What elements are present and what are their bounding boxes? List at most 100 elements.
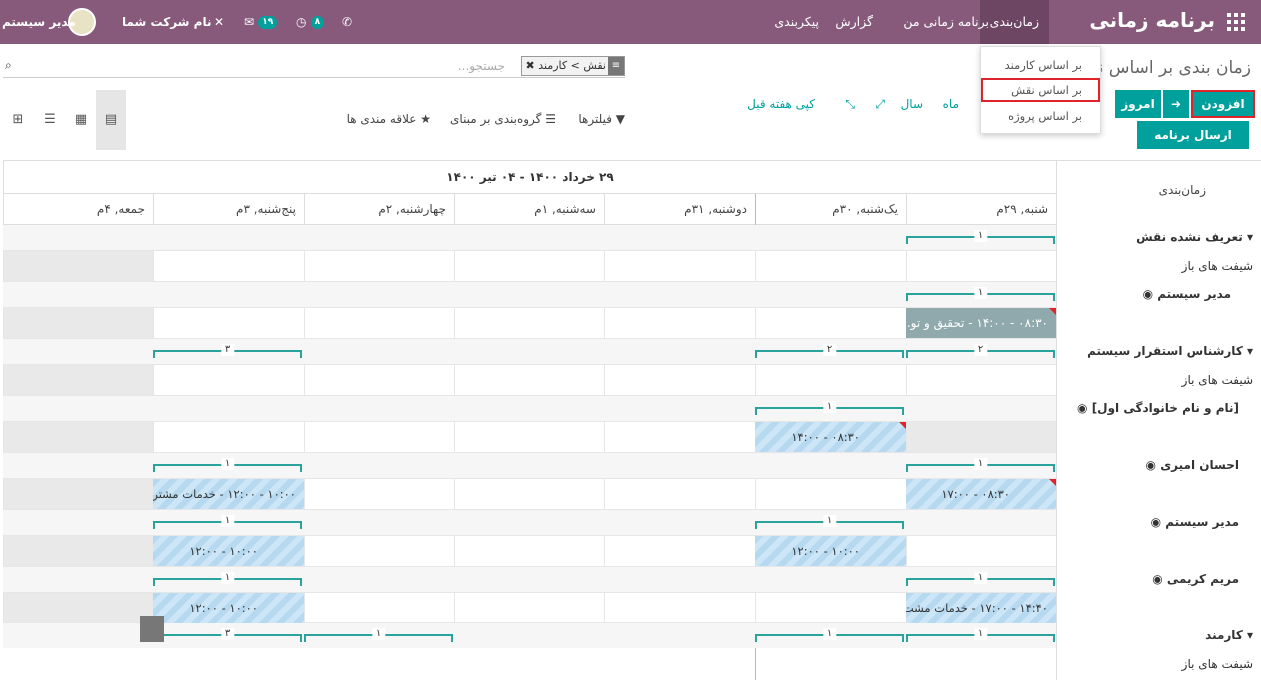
list-view-icon[interactable]: ☰ [35,90,65,150]
today-button[interactable]: امروز [1115,90,1161,118]
groupby-button[interactable]: ☰ گروه‌بندی بر مبنای [450,112,556,126]
phone-icon[interactable]: ✆ [342,0,352,44]
row-header-title: زمان‌بندی [1158,183,1206,197]
row-open-shifts: شیفت های باز [1181,373,1253,387]
row-open-shifts: شیفت های باز [1181,657,1253,671]
gantt-cell-row[interactable] [3,307,1056,339]
activity-icon[interactable]: ۸ ◷ [296,0,325,44]
row-label: تعریف نشده نقش [1136,230,1243,244]
shift-pill[interactable]: ۱۰:۰۰ - ۱۲:۰۰ [153,536,304,566]
groupby-icon: ☰ [545,112,556,126]
row-ehsan-amiri[interactable]: احسان امیری ◉ [1056,453,1261,477]
dropdown-by-project[interactable]: بر اساس پروژه [981,104,1100,128]
scheduling-dropdown: بر اساس کارمند بر اساس نقش بر اساس پروژه [980,46,1101,134]
messages-icon[interactable]: ۱۹ ✉ [244,0,278,44]
count-indicator: ۳ [153,628,302,642]
remove-facet-icon[interactable]: ✖ [526,59,535,72]
count-indicator: ۱ [906,628,1055,642]
calendar-view-icon[interactable]: ▦ [66,90,96,150]
row-group-employee[interactable]: ▾ کارمند [1056,623,1261,647]
gantt-cell-row[interactable] [3,364,1056,396]
page-title: زمان بندی بر اساس نقش [1091,58,1251,78]
dropdown-by-role[interactable]: بر اساس نقش [981,78,1100,102]
shift-pill[interactable]: ۰۸:۳۰ - ۱۷:۰۰ [906,479,1056,509]
shift-pill[interactable]: ۱۰:۰۰ - ۱۲:۰۰ [153,593,304,623]
filter-icon: ▼ [615,112,625,126]
scale-month[interactable]: ماه [943,97,959,111]
row-label: کارمند [1205,628,1243,642]
add-button[interactable]: افزودن [1191,90,1255,118]
row-label: مدیر سیستم [1157,287,1231,301]
groupby-label: گروه‌بندی بر مبنای [450,112,542,126]
row-label: مریم کریمی [1166,572,1239,586]
employee-avatar-icon: ◉ [1142,287,1154,301]
messages-badge: ۱۹ [258,16,278,29]
send-schedule-button[interactable]: ارسال برنامه زمانی [1137,121,1249,170]
count-indicator: ۱ [755,401,904,415]
dropdown-by-employee[interactable]: بر اساس کارمند [981,53,1100,77]
count-indicator: ۱ [153,515,302,529]
star-icon: ★ [420,112,431,126]
search-facet[interactable]: ≡ نقش > کارمند ✖ [520,56,625,76]
count-indicator: ۱ [304,628,453,642]
shift-pill[interactable]: ۰۸:۳۰ - ۱۴:۰۰ [755,422,906,452]
user-name[interactable]: مدیر سیستم [2,0,76,44]
day-header: شنبه, ۲۹م [906,194,1056,225]
row-first-last-name[interactable]: [نام و نام خانوادگی اول] ◉ [1056,396,1261,420]
row-label: [نام و نام خانوادگی اول] [1091,401,1239,415]
menu-reporting[interactable]: گزارش [825,0,883,44]
row-maryam-karimi[interactable]: مریم کریمی ◉ [1056,567,1261,591]
count-indicator: ۱ [906,572,1055,586]
count-indicator: ۱ [906,287,1055,301]
filters-button[interactable]: ▼ فیلترها [578,112,625,126]
date-range: ۲۹ خرداد ۱۴۰۰ - ۰۴ تیر ۱۴۰۰ [3,161,1056,194]
day-header: پنج‌شنبه, ۳م [153,194,304,225]
search-input[interactable]: جستجو... [458,59,505,73]
day-header: جمعه, ۴م [3,194,153,225]
gantt-view-icon[interactable]: ▤ [96,90,126,150]
group-band [3,225,1056,250]
row-system-admin[interactable]: مدیر سیستم ◉ [1056,282,1261,306]
gantt-cell-row[interactable] [3,250,1056,282]
search-icon[interactable]: ⌕ [5,58,12,73]
copy-previous-week-button[interactable]: کپی هفته قبل [747,97,815,111]
apps-grid-icon[interactable] [1227,13,1245,31]
count-indicator: ۱ [153,572,302,586]
collapse-icon[interactable]: ⤡ [845,97,855,112]
watermark-logo [140,616,164,642]
scale-year[interactable]: سال [901,97,923,111]
count-indicator: ۱ [153,458,302,472]
count-indicator: ۱ [906,230,1055,244]
top-navbar: برنامه زمانی زمان‌بندی برنامه زمانی من گ… [0,0,1261,44]
row-label: کارشناس استقرار سیستم [1087,344,1243,358]
count-indicator: ۳ [153,344,302,358]
row-group-deploy-expert[interactable]: ▾ کارشناس استقرار سیستم [1056,339,1261,363]
count-indicator: ۲ [906,344,1055,358]
row-label: مدیر سیستم [1165,515,1239,529]
menu-configuration[interactable]: پیکربندی [764,0,829,44]
shift-pill[interactable]: ۱۴:۴۰ - ۱۷:۰۰ - خدمات مشت... [906,593,1056,623]
row-system-admin-2[interactable]: مدیر سیستم ◉ [1056,510,1261,534]
row-group-undefined-role[interactable]: ▾ تعریف نشده نقش [1056,225,1261,249]
menu-my-schedule[interactable]: برنامه زمانی من [893,0,999,44]
expand-icon[interactable]: ⤢ [875,97,885,112]
shift-pill[interactable]: ۱۰:۰۰ - ۱۲:۰۰ [755,536,906,566]
next-arrow-icon[interactable]: ➜ [1163,90,1189,118]
day-header: یک‌شنبه, ۳۰م [755,194,906,225]
employee-avatar-icon: ◉ [1150,515,1162,529]
count-indicator: ۲ [755,344,904,358]
shift-pill[interactable]: ۱۰:۰۰ - ۱۲:۰۰ - خدمات مشتر... [153,479,304,509]
gantt-grid: زمان‌بندی ۲۹ خرداد ۱۴۰۰ - ۰۴ تیر ۱۴۰۰ شن… [3,160,1261,680]
filters-label: فیلترها [578,112,612,126]
employee-avatar-icon: ◉ [1145,458,1156,472]
day-header: سه‌شنبه, ۱م [454,194,604,225]
favorites-button[interactable]: ★ علاقه مندی ها [347,112,431,126]
app-title: برنامه زمانی [1089,8,1215,32]
shift-pill[interactable]: ۰۸:۳۰ - ۱۴:۰۰ - تحقیق و تو... [906,308,1056,338]
debug-tools-icon[interactable]: ✕ [214,0,224,44]
group-by-facet-icon: ≡ [608,57,624,75]
kanban-view-icon[interactable]: ⊞ [3,90,33,150]
search-bar[interactable]: ≡ نقش > کارمند ✖ جستجو... ⌕ [3,56,625,78]
search-facet-label: نقش > کارمند [538,59,606,72]
company-name[interactable]: نام شرکت شما [122,0,211,44]
